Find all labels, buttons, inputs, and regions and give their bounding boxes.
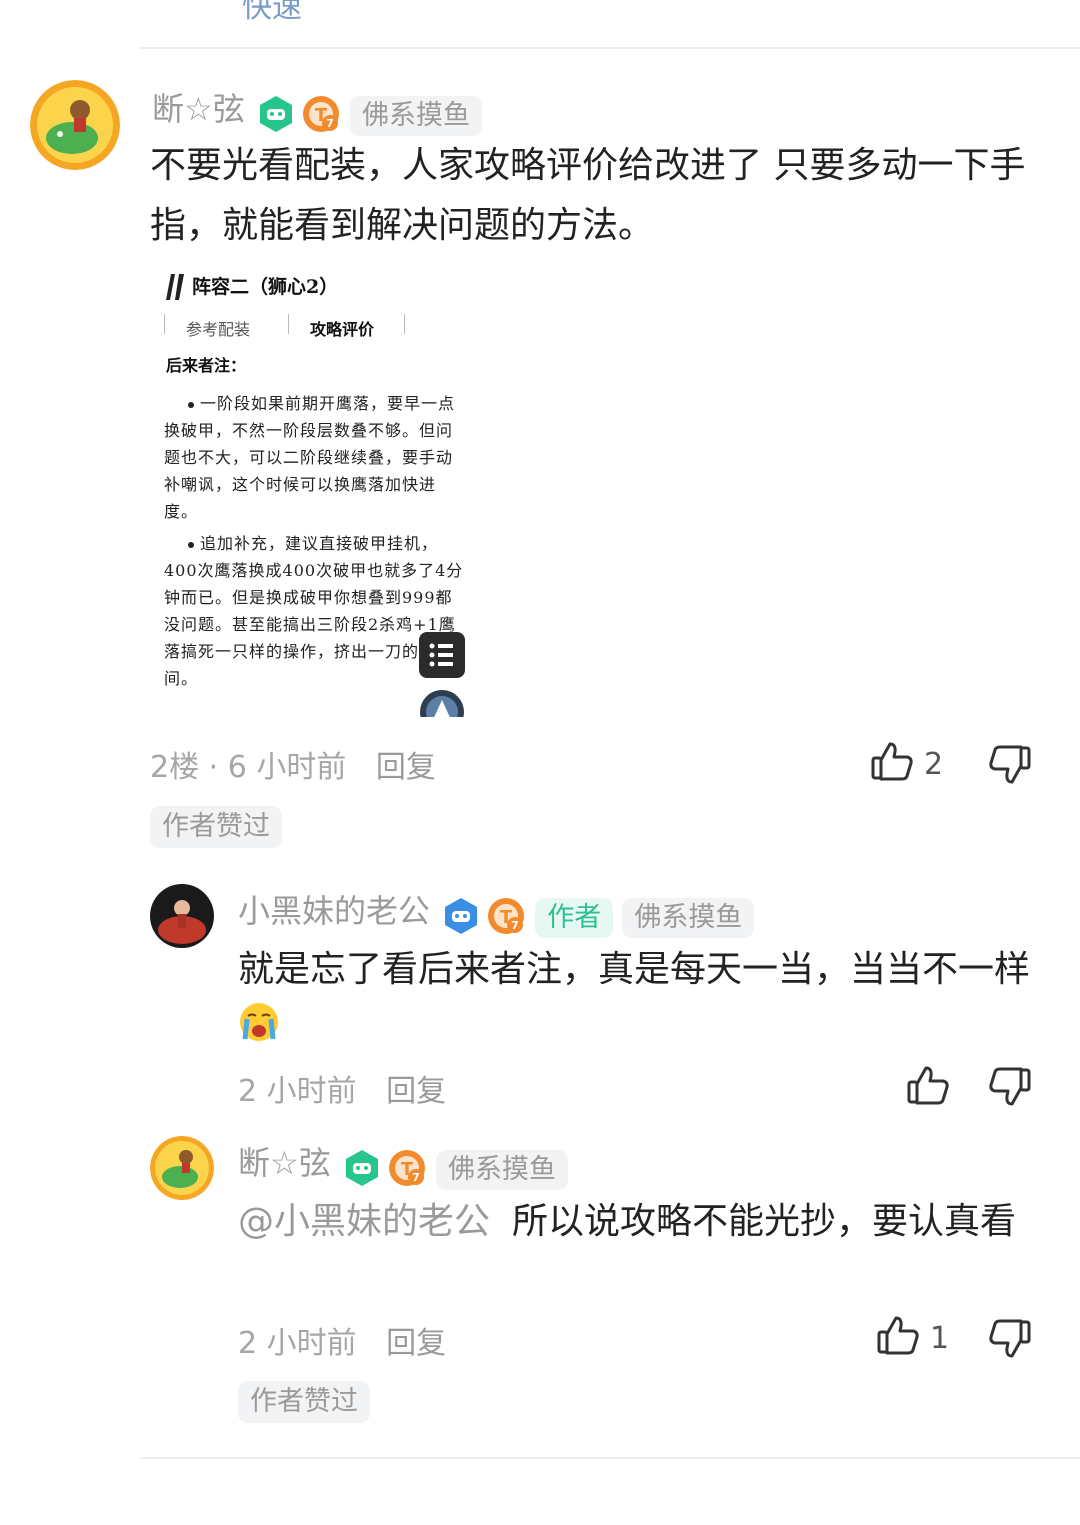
- avatar[interactable]: [150, 1136, 214, 1200]
- like-count: 2: [924, 746, 944, 782]
- divider: [288, 314, 289, 334]
- author-tag: 作者: [535, 897, 614, 938]
- thumbs-up-icon: [876, 1314, 920, 1362]
- user-tag: 佛系摸鱼: [435, 1149, 568, 1190]
- dislike-button[interactable]: [988, 1064, 1032, 1112]
- reply-button[interactable]: 回复: [386, 1074, 446, 1109]
- thumbs-up-icon: [870, 740, 914, 788]
- dislike-button[interactable]: [988, 1316, 1032, 1364]
- timestamp: 2 小时前: [238, 1326, 357, 1361]
- username[interactable]: 小黑妹的老公: [238, 892, 430, 930]
- comment-text: 不要光看配装，人家攻略评价给改进了 只要多动一下手指，就能看到解决问题的方法。: [150, 145, 1026, 246]
- game-logo-icon: [418, 688, 466, 717]
- comment-header: 断☆弦 T7 佛系摸鱼: [238, 1138, 568, 1190]
- tab-reference-build: 参考配装: [186, 320, 251, 339]
- crying-emoji-icon: [238, 1001, 280, 1062]
- like-button[interactable]: 2: [870, 742, 943, 786]
- mention-link[interactable]: @小黑妹的老公: [238, 1201, 490, 1242]
- reply-button[interactable]: 回复: [386, 1326, 446, 1361]
- bullet-dot: [188, 542, 194, 548]
- thumbs-down-icon: [989, 1067, 1031, 1106]
- gamepad-badge-icon: [342, 1148, 382, 1192]
- floor-number: 2楼: [150, 750, 200, 785]
- comment-image[interactable]: 阵容二（狮心2） 参考配装 攻略评价 后来者注： 一阶段如果前期开鹰落，要早一点…: [152, 262, 472, 717]
- timestamp: 2 小时前: [238, 1074, 357, 1109]
- author-liked-badge: 作者赞过: [150, 806, 282, 848]
- separator-dot: ·: [208, 750, 228, 785]
- thumbs-down-icon: [989, 1319, 1031, 1358]
- comment-text: @小黑妹的老公 所以说攻略不能光抄，要认真看: [238, 1192, 1038, 1252]
- dislike-button[interactable]: [988, 742, 1032, 790]
- svg-text:7: 7: [511, 919, 519, 932]
- avatar[interactable]: [150, 884, 214, 948]
- user-tag: 佛系摸鱼: [349, 95, 482, 136]
- note-label: 后来者注：: [166, 356, 247, 375]
- thumbs-up-icon: [907, 1066, 949, 1105]
- divider: [140, 1457, 1080, 1459]
- gamepad-badge-icon: [441, 896, 481, 940]
- bullet-text: 一阶段如果前期开鹰落，要早一点换破甲，不然一阶段层数叠不够。但问题也不大，可以二…: [164, 394, 456, 521]
- level-7-badge-icon: T7: [486, 896, 526, 940]
- like-button[interactable]: 1: [876, 1316, 949, 1360]
- reply-button[interactable]: 回复: [376, 750, 436, 785]
- gamepad-badge-icon: [256, 94, 296, 138]
- tab-guide-review: 攻略评价: [310, 320, 375, 339]
- comment-meta: 2 小时前 回复: [238, 1066, 446, 1110]
- username[interactable]: 断☆弦: [238, 1144, 331, 1182]
- author-liked-badge: 作者赞过: [238, 1381, 370, 1423]
- bullet-dot: [188, 402, 194, 408]
- divider: [140, 47, 1080, 49]
- comment-text-content: 就是忘了看后来者注，真是每天一当，当当不一样: [238, 949, 1031, 990]
- title-bar-mark: [166, 274, 184, 300]
- comment-header: 小黑妹的老公 T7 作者 佛系摸鱼: [238, 886, 755, 938]
- previous-text-fragment: 快速: [242, 0, 302, 25]
- timestamp: 6 小时前: [227, 750, 347, 785]
- comment-text: 就是忘了看后来者注，真是每天一当，当当不一样: [238, 940, 1038, 1062]
- level-7-badge-icon: T7: [301, 94, 341, 138]
- svg-text:7: 7: [326, 117, 334, 130]
- image-title: 阵容二（狮心2）: [192, 276, 339, 298]
- level-7-badge-icon: T7: [387, 1148, 427, 1192]
- comment-meta: 2楼 · 6 小时前 回复: [150, 742, 436, 786]
- divider: [164, 314, 165, 334]
- comment-header: 断☆弦 T7 佛系摸鱼: [152, 84, 482, 136]
- list-menu-icon[interactable]: [419, 632, 465, 678]
- user-tag: 佛系摸鱼: [622, 897, 755, 938]
- divider: [404, 314, 405, 334]
- svg-text:7: 7: [412, 1171, 420, 1184]
- comment-meta: 2 小时前 回复: [238, 1318, 446, 1362]
- thumbs-down-icon: [989, 745, 1031, 784]
- like-count: 1: [930, 1320, 950, 1356]
- bullet-paragraph: 一阶段如果前期开鹰落，要早一点换破甲，不然一阶段层数叠不够。但问题也不大，可以二…: [164, 390, 464, 525]
- avatar[interactable]: [30, 80, 120, 170]
- comment-text-content: 所以说攻略不能光抄，要认真看: [512, 1201, 1017, 1242]
- like-button[interactable]: [906, 1064, 950, 1112]
- username[interactable]: 断☆弦: [152, 90, 245, 128]
